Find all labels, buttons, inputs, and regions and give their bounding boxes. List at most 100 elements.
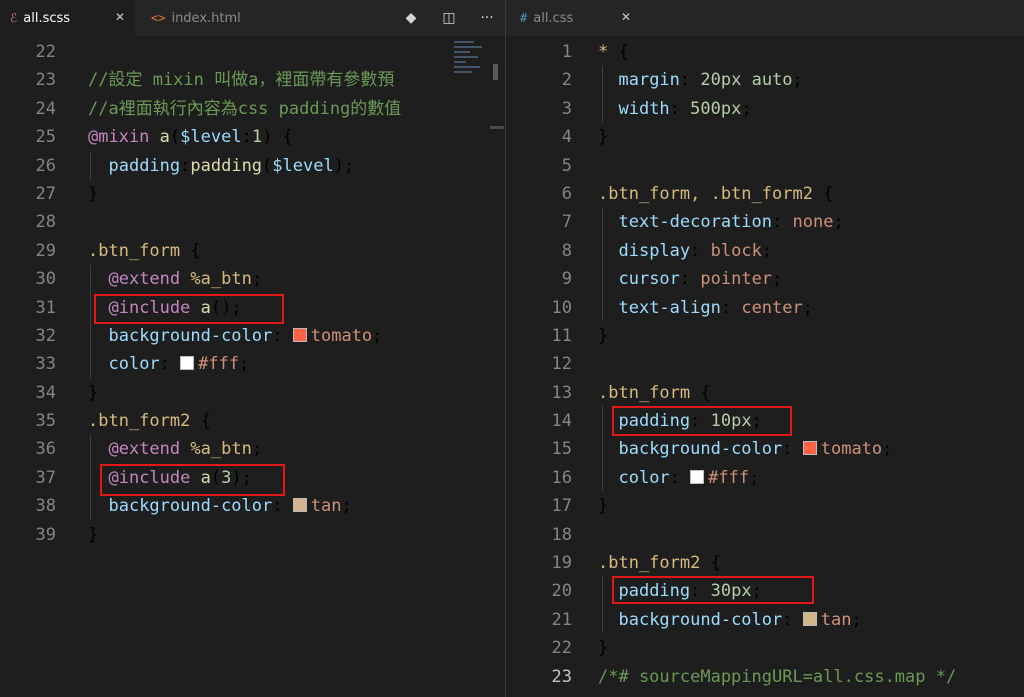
line-text: //a裡面執行內容為css padding的數值 xyxy=(88,98,402,119)
line-number: 22 xyxy=(35,42,56,62)
code-line[interactable]: 32 background-color: tomato; xyxy=(0,322,505,350)
code-line[interactable]: 10 text-align: center; xyxy=(506,294,1024,322)
code-line[interactable]: 35 .btn_form2 { xyxy=(0,407,505,435)
close-icon[interactable]: ✕ xyxy=(115,10,125,24)
line-number: 14 xyxy=(551,411,572,432)
tab-all-scss[interactable]: ℰ all.scss ✕ xyxy=(0,0,135,36)
right-tab-bar: # all.css ✕ xyxy=(506,0,1024,36)
editor-actions: ◆ ◫ ··· xyxy=(383,0,497,36)
line-number: 38 xyxy=(35,496,56,517)
code-line[interactable]: 25 @mixin a($level:1) { xyxy=(0,123,505,151)
line-number: 23 xyxy=(551,666,572,687)
code-line[interactable]: 8 display: block; xyxy=(506,237,1024,265)
line-number: 15 xyxy=(551,439,572,460)
css-icon: # xyxy=(520,11,528,25)
code-line[interactable]: 16 color: #fff; xyxy=(506,464,1024,492)
code-line[interactable]: 9 cursor: pointer; xyxy=(506,265,1024,293)
split-editor-icon[interactable]: ◫ xyxy=(439,10,459,26)
code-line[interactable]: 26 padding:padding($level); xyxy=(0,152,505,180)
git-compare-icon[interactable]: ◆ xyxy=(401,10,421,26)
line-text: //設定 mixin 叫做a，裡面帶有參數預 xyxy=(88,70,395,91)
line-number: 27 xyxy=(35,183,56,204)
line-number: 3 xyxy=(561,98,572,119)
indent-guide xyxy=(602,406,603,491)
code-line[interactable]: 7 text-decoration: none; xyxy=(506,208,1024,236)
left-scrollbar[interactable] xyxy=(490,38,504,697)
line-number: 18 xyxy=(551,524,572,545)
line-number: 19 xyxy=(551,553,572,574)
code-line[interactable]: 1 * { xyxy=(506,38,1024,66)
code-line[interactable]: 38 background-color: tan; xyxy=(0,492,505,520)
scrollbar-thumb[interactable] xyxy=(493,64,498,80)
color-swatch[interactable] xyxy=(180,356,195,371)
color-swatch[interactable] xyxy=(690,469,705,484)
line-number: 11 xyxy=(551,325,572,346)
line-number: 20 xyxy=(551,581,572,602)
color-swatch[interactable] xyxy=(292,498,307,513)
more-actions-icon[interactable]: ··· xyxy=(477,10,497,26)
code-line[interactable]: 15 background-color: tomato; xyxy=(506,435,1024,463)
code-line[interactable]: 33 color: #fff; xyxy=(0,350,505,378)
line-number: 36 xyxy=(35,439,56,460)
line-number: 33 xyxy=(35,354,56,375)
code-line[interactable]: 24 //a裡面執行內容為css padding的數值 xyxy=(0,95,505,123)
line-number: 7 xyxy=(561,212,572,233)
indent-guide xyxy=(602,66,603,122)
code-line[interactable]: 6 .btn_form, .btn_form2 { xyxy=(506,180,1024,208)
code-line[interactable]: 11} xyxy=(506,322,1024,350)
indent-guide xyxy=(90,152,91,180)
minimap[interactable] xyxy=(454,38,490,108)
code-line[interactable]: 21 background-color: tan; xyxy=(506,606,1024,634)
code-line[interactable]: 17} xyxy=(506,492,1024,520)
code-line[interactable]: 4} xyxy=(506,123,1024,151)
code-line[interactable]: 22} xyxy=(506,634,1024,662)
line-number: 34 xyxy=(35,382,56,403)
code-line[interactable]: 29 .btn_form { xyxy=(0,237,505,265)
indent-guide xyxy=(602,576,603,632)
line-number: 17 xyxy=(551,496,572,517)
line-number: 4 xyxy=(561,127,572,148)
color-swatch[interactable] xyxy=(292,327,307,342)
line-text: } xyxy=(88,524,99,545)
scss-editor-pane[interactable]: ℰ all.scss ✕ <> index.html ◆ ◫ ··· 22 23 /… xyxy=(0,0,505,697)
code-line[interactable]: 23 //設定 mixin 叫做a，裡面帶有參數預 xyxy=(0,66,505,94)
code-line[interactable]: 5 xyxy=(506,152,1024,180)
code-line[interactable]: 23 /*# sourceMappingURL=all.css.map */ xyxy=(506,663,1024,691)
code-line[interactable]: 2 margin: 20px auto; xyxy=(506,66,1024,94)
code-line[interactable]: 36 @extend %a_btn; xyxy=(0,435,505,463)
line-text: } xyxy=(88,382,99,403)
line-number: 32 xyxy=(35,325,56,346)
close-icon[interactable]: ✕ xyxy=(621,10,631,24)
code-line[interactable]: 28 xyxy=(0,208,505,236)
code-line[interactable]: 22 xyxy=(0,38,505,66)
color-swatch[interactable] xyxy=(802,611,817,626)
code-line[interactable]: 27} xyxy=(0,180,505,208)
line-text: background-color: tomato; xyxy=(108,325,383,346)
line-number: 22 xyxy=(551,638,572,659)
code-line[interactable]: 34} xyxy=(0,379,505,407)
css-editor-pane[interactable]: # all.css ✕ 1 * {2 margin: 20px auto; 3 wi… xyxy=(506,0,1024,697)
line-text: width: 500px; xyxy=(618,98,752,119)
code-line[interactable]: 12 xyxy=(506,350,1024,378)
line-text: @extend %a_btn; xyxy=(108,439,263,460)
code-line[interactable]: 18 xyxy=(506,521,1024,549)
line-text: .btn_form { xyxy=(88,240,201,261)
line-text: background-color: tan; xyxy=(618,609,862,630)
tab-all-css[interactable]: # all.css ✕ xyxy=(506,0,641,36)
highlight-padding-10 xyxy=(612,406,792,436)
tab-label: index.html xyxy=(171,10,241,26)
code-line[interactable]: 30 @extend %a_btn; xyxy=(0,265,505,293)
line-text: } xyxy=(598,325,609,346)
code-line[interactable]: 13 .btn_form { xyxy=(506,379,1024,407)
code-line[interactable]: 19 .btn_form2 { xyxy=(506,549,1024,577)
left-tab-bar: ℰ all.scss ✕ <> index.html ◆ ◫ ··· xyxy=(0,0,505,36)
line-text: } xyxy=(598,496,609,517)
code-line[interactable]: 39} xyxy=(0,521,505,549)
line-number: 39 xyxy=(35,524,56,545)
color-swatch[interactable] xyxy=(802,441,817,456)
line-number: 8 xyxy=(561,240,572,261)
tab-label: all.css xyxy=(533,10,574,26)
code-line[interactable]: 3 width: 500px; xyxy=(506,95,1024,123)
scrollbar-marker xyxy=(490,126,504,129)
tab-index-html[interactable]: <> index.html xyxy=(135,0,265,36)
